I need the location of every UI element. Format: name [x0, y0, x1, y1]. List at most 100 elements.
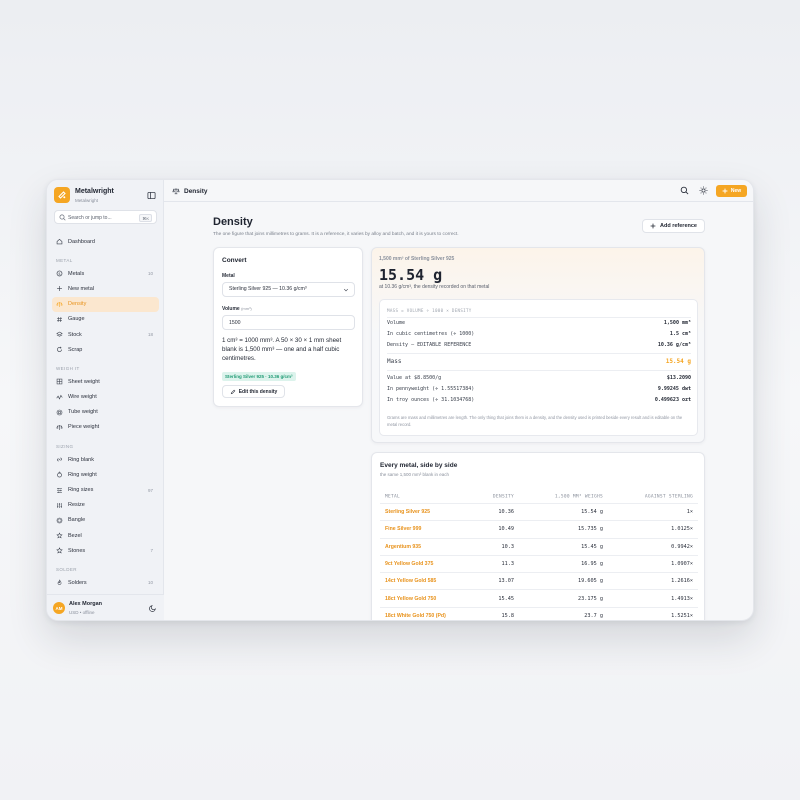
table-cell: 1.0125×	[671, 526, 693, 533]
metal-link[interactable]: Argentium 935	[385, 544, 421, 550]
page-breadcrumb-title: Density	[184, 187, 208, 195]
grid-icon	[56, 379, 63, 385]
scale-icon	[56, 301, 63, 307]
metal-link[interactable]: 14ct Yellow Gold 585	[385, 578, 436, 584]
sidebar-item-label: Ring sizes	[68, 487, 94, 494]
table-cell: 16.95 g	[581, 561, 603, 568]
search-box[interactable]: ⌘K	[54, 210, 157, 224]
wave-icon	[56, 394, 63, 400]
table-cell: 10.36	[498, 509, 514, 516]
new-button-label: New	[730, 188, 742, 194]
table-cell: 1.2616×	[671, 578, 693, 585]
result-note: at 10.36 g/cm³, the density recorded on …	[379, 284, 490, 290]
table-cell: 1×	[686, 509, 693, 516]
brand-subtitle: Metalwright	[75, 198, 99, 203]
search-shortcut: ⌘K	[139, 213, 152, 222]
sun-icon[interactable]	[699, 186, 708, 195]
new-button[interactable]: New	[716, 185, 747, 197]
breakdown-row: In pennyweight (÷ 1.55517384) 9.99245 dwt	[387, 386, 691, 392]
user-name: Alex Morgan	[69, 601, 103, 607]
table-row[interactable]: Argentium 935 10.3 15.45 g 0.9942×	[380, 539, 698, 556]
table-row[interactable]: 9ct Yellow Gold 375 11.3 16.95 g 1.0907×	[380, 556, 698, 574]
mass-row: Mass 15.54 g	[387, 358, 691, 365]
table-row[interactable]: 14ct Yellow Gold 585 13.07 19.605 g 1.2616×	[380, 573, 698, 591]
moon-icon[interactable]	[149, 604, 157, 612]
metal-link[interactable]: 18ct Yellow Gold 750	[385, 596, 436, 602]
add-reference-label: Add reference	[660, 223, 697, 229]
table-cell: 15.8	[501, 612, 515, 619]
sidebar-toggle-icon[interactable]	[147, 191, 156, 200]
sidebar-item-label: Wire weight	[68, 394, 97, 401]
sidebar-item-gauge[interactable]: Gauge	[52, 312, 159, 327]
column-header[interactable]: DENSITY	[493, 494, 514, 499]
star-icon	[56, 547, 63, 554]
sidebar-item-label: Ring blank	[68, 456, 94, 463]
breakdown-row: In troy ounces (÷ 31.1034768) 0.499623 oz…	[387, 397, 691, 403]
column-header[interactable]: METAL	[385, 494, 400, 499]
sidebar-item-ring-weight[interactable]: Ring weight	[52, 467, 159, 482]
sidebar-item-bangle[interactable]: Bangle	[52, 513, 159, 528]
svg-text:$: $	[58, 272, 60, 276]
breakdown-row: Volume 1,500 mm³	[387, 320, 691, 326]
sidebar-item-resize[interactable]: Resize	[52, 498, 159, 513]
sidebar-item-tube-weight[interactable]: Tube weight	[52, 405, 159, 420]
sidebar-item-solders[interactable]: Solders 10	[52, 575, 159, 590]
table-cell: 1.4913×	[671, 595, 693, 602]
add-reference-button[interactable]: Add reference	[642, 219, 705, 233]
metal-link[interactable]: Sterling Silver 925	[385, 509, 430, 515]
sidebar-item-ring-blank[interactable]: Ring blank	[52, 452, 159, 467]
convert-card: Convert Metal Sterling Silver 925 — 10.3…	[213, 247, 363, 407]
metal-select[interactable]: Sterling Silver 925 — 10.36 g/cm³	[222, 282, 355, 297]
table-cell: 23.7 g	[584, 612, 603, 619]
topbar: Density New	[164, 180, 753, 202]
metal-link[interactable]: Fine Silver 999	[385, 526, 421, 532]
comparison-subtitle: the same 1,500 mm³ blank in each	[380, 472, 450, 477]
metal-link[interactable]: 9ct Yellow Gold 375	[385, 561, 433, 567]
comparison-title: Every metal, side by side	[380, 462, 458, 469]
logo-icon	[54, 187, 70, 203]
table-cell: 10.49	[498, 526, 514, 533]
sidebar-item-scrap[interactable]: Scrap	[52, 342, 159, 357]
sidebar-item-ring-sizes[interactable]: Ring sizes 97	[52, 482, 159, 497]
ruler-icon	[57, 487, 62, 493]
sidebar-item-label: New metal	[68, 285, 94, 292]
table-row[interactable]: Sterling Silver 925 10.36 15.54 g 1×	[380, 504, 698, 522]
sidebar-item-wire-weight[interactable]: Wire weight	[52, 390, 159, 405]
sidebar-item-density[interactable]: Density	[52, 296, 159, 312]
sidebar-item-new-metal[interactable]: New metal	[52, 281, 159, 296]
breadcrumb: Density	[172, 186, 207, 196]
table-row[interactable]: 18ct White Gold 750 (Pd) 15.8 23.7 g 1.5251…	[380, 608, 698, 620]
sidebar-item-piece-weight[interactable]: Piece weight	[52, 420, 159, 435]
table-cell: 1.0907×	[671, 561, 693, 568]
sidebar-item-metals[interactable]: $ Metals 10	[52, 266, 159, 281]
volume-input[interactable]	[222, 315, 355, 330]
gem-icon	[56, 532, 63, 539]
pencil-icon	[230, 389, 235, 394]
user-area[interactable]: AM Alex Morgan USD • offline	[47, 594, 164, 620]
table-cell: 15.735 g	[578, 526, 603, 533]
sidebar-item-label: Piece weight	[68, 424, 100, 431]
metal-link[interactable]: 18ct White Gold 750 (Pd)	[385, 613, 446, 619]
sidebar-item-label: Ring weight	[68, 471, 97, 478]
brand[interactable]: Metalwright Metalwright	[54, 187, 158, 207]
divider	[387, 317, 691, 318]
column-header[interactable]: 1,500 MM³ WEIGHS	[555, 494, 603, 499]
sidebar: Metalwright Metalwright ⌘K Dashboard MET…	[47, 180, 164, 620]
tube-icon	[56, 409, 63, 416]
table-cell: 10.3	[501, 543, 515, 550]
sidebar-item-bezel[interactable]: Bezel	[52, 528, 159, 543]
table-row[interactable]: 18ct Yellow Gold 750 15.45 23.175 g 1.4913×	[380, 590, 698, 608]
sidebar-item-sheet-weight[interactable]: Sheet weight	[52, 374, 159, 389]
sidebar-item-stones[interactable]: Stones 7	[52, 543, 159, 558]
sidebar-item-dashboard[interactable]: Dashboard	[52, 234, 159, 249]
sidebar-item-stock[interactable]: Stock 18	[52, 327, 159, 342]
hash-icon	[57, 316, 62, 322]
search-icon[interactable]	[680, 186, 689, 195]
sidebar-item-count: 10	[147, 271, 153, 277]
table-row[interactable]: Fine Silver 999 10.49 15.735 g 1.0125×	[380, 521, 698, 539]
column-header[interactable]: AGAINST STERLING	[645, 494, 693, 499]
table-header: METAL DENSITY 1,500 MM³ WEIGHS AGAINST S…	[380, 490, 698, 504]
edit-density-button[interactable]: Edit this density	[222, 385, 285, 398]
sidebar-section-label: WEIGH IT	[56, 366, 80, 372]
search-input[interactable]	[68, 213, 134, 222]
